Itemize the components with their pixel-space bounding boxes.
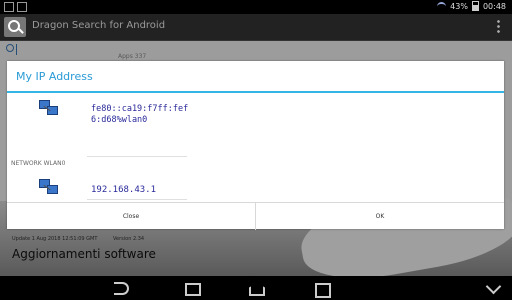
ok-button[interactable]: OK <box>256 203 504 230</box>
recent-apps-icon[interactable] <box>182 281 202 296</box>
notification-icon <box>4 2 14 12</box>
network-icon <box>39 100 58 115</box>
network-icon <box>39 179 58 194</box>
ipv4-address: 192.168.43.1 <box>91 185 157 195</box>
battery-percent: 43% <box>450 1 468 11</box>
notification-icons <box>4 2 27 12</box>
chevron-down-icon[interactable] <box>484 281 504 295</box>
title-divider <box>7 91 504 93</box>
clock: 00:48 <box>482 1 506 11</box>
app-title: Dragon Search for Android <box>32 20 166 31</box>
home-icon[interactable] <box>246 281 266 295</box>
status-indicators: 43% 00:48 <box>437 1 506 11</box>
close-button[interactable]: Close <box>7 203 256 230</box>
app-search-icon[interactable] <box>4 17 26 37</box>
ip-address-dialog: My IP Address fe80::ca19:f7ff:fef6:d68%w… <box>7 61 504 230</box>
action-bar: Dragon Search for Android <box>0 14 512 41</box>
divider <box>87 199 187 200</box>
wifi-icon <box>437 1 447 11</box>
overflow-menu-icon[interactable] <box>497 19 500 34</box>
battery-icon <box>471 1 479 11</box>
notification-icon <box>17 2 27 12</box>
dialog-buttons: Close OK <box>7 202 504 230</box>
dialog-title: My IP Address <box>16 70 93 83</box>
back-icon[interactable] <box>112 281 132 295</box>
network-label: NETWORK WLAN0 <box>11 160 66 167</box>
menu-icon[interactable] <box>312 281 332 298</box>
ipv6-address: fe80::ca19:f7ff:fef6:d68%wlan0 <box>91 104 189 125</box>
divider <box>87 156 187 157</box>
navigation-bar <box>0 276 512 300</box>
status-bar: 43% 00:48 <box>0 0 512 14</box>
